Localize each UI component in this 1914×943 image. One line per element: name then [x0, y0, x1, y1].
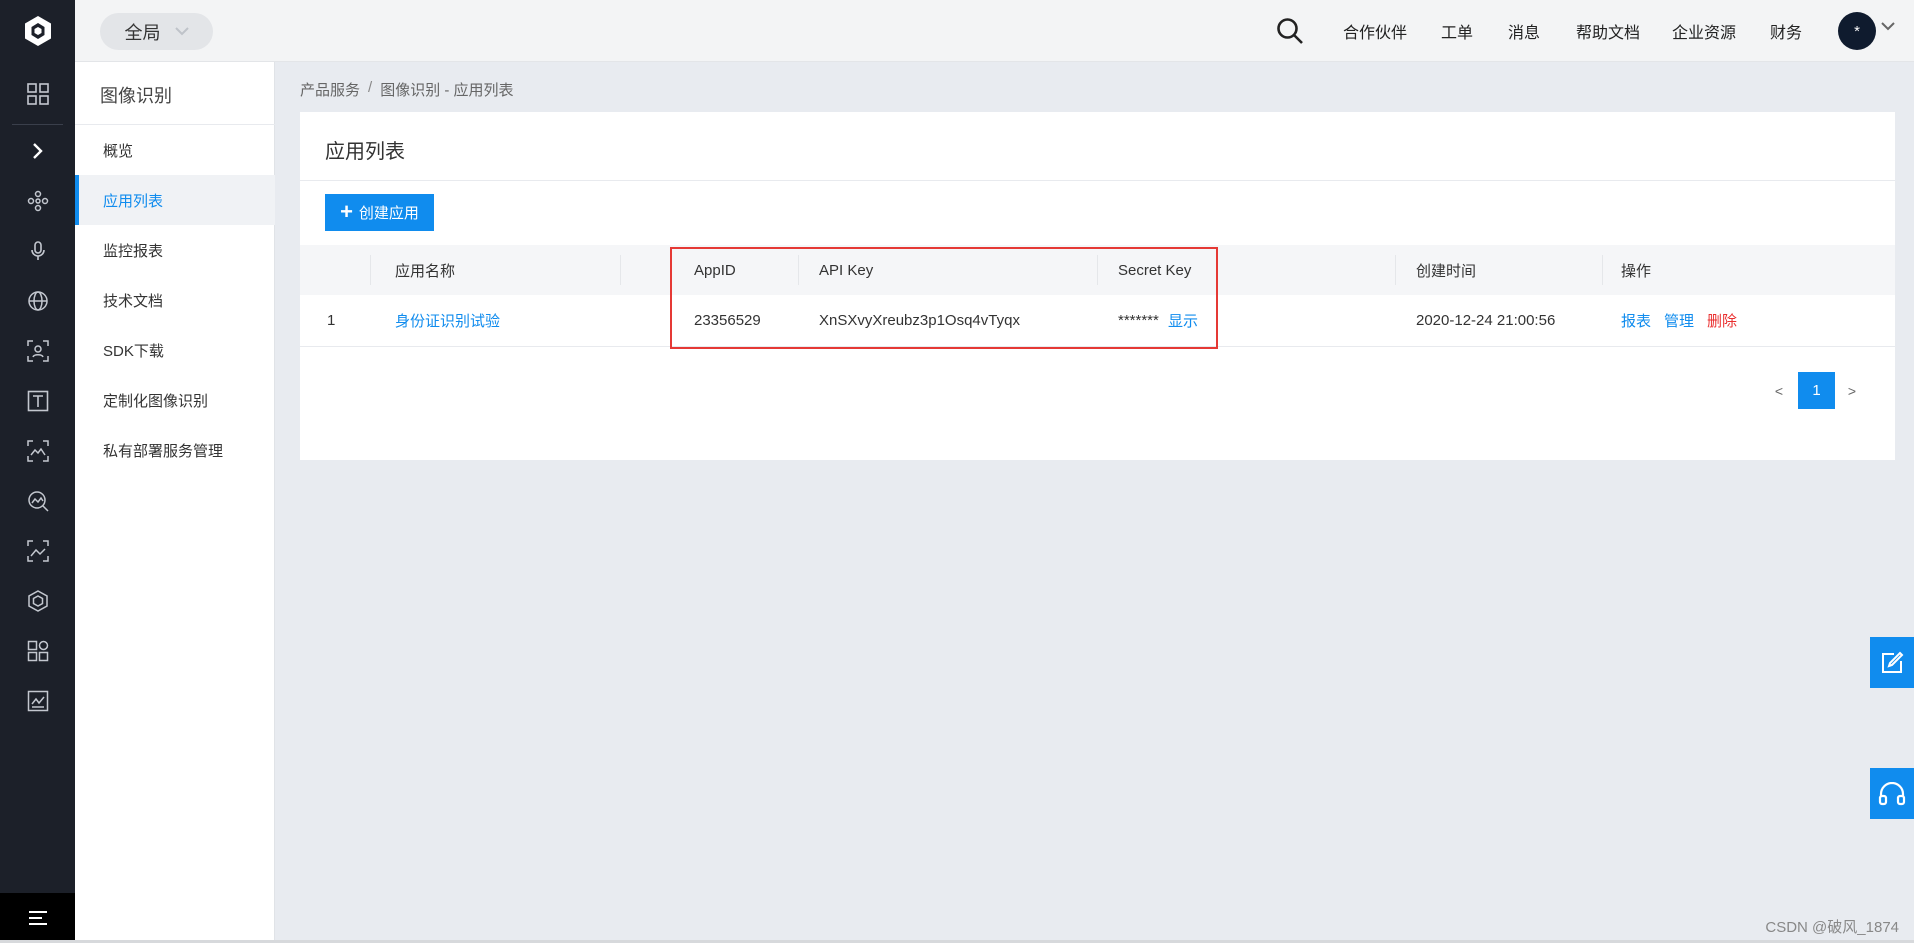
globe-icon[interactable]: [0, 276, 75, 326]
sidebar-item-label: 概览: [103, 142, 134, 160]
column-header-secret-key[interactable]: Secret Key: [1118, 245, 1191, 295]
sidebar-item-app-list[interactable]: 应用列表: [75, 175, 275, 225]
cloud-logo[interactable]: [0, 0, 75, 62]
nav-finance[interactable]: 财务: [1770, 0, 1802, 62]
watermark: CSDN @破风_1874: [1765, 919, 1899, 936]
top-header: 全局 合作伙伴 工单 消息 帮助文档 企业资源 财务 *: [75, 0, 1914, 62]
pagination-next[interactable]: >: [1837, 372, 1867, 409]
microphone-icon[interactable]: [0, 226, 75, 276]
left-rail: [0, 0, 75, 943]
nav-tickets[interactable]: 工单: [1441, 0, 1473, 62]
avatar-label: *: [1854, 22, 1860, 40]
scope-selector[interactable]: 全局: [100, 13, 213, 50]
sidebar-item-label: SDK下载: [103, 342, 164, 360]
create-app-label: 创建应用: [358, 205, 419, 222]
table-row: 1 身份证识别试验 23356529 XnSXvyXreubz3p1Osq4vT…: [300, 295, 1895, 347]
breadcrumb-current: 图像识别 - 应用列表: [380, 82, 514, 99]
sidebar-item-custom-recognition[interactable]: 定制化图像识别: [75, 375, 275, 425]
api-key-value: XnSXvyXreubz3p1Osq4vTyqx: [819, 312, 1020, 329]
apps-blocks-icon[interactable]: [0, 626, 75, 676]
feedback-edit-button[interactable]: [1870, 637, 1914, 688]
delete-link[interactable]: 删除: [1707, 295, 1737, 346]
show-secret-link[interactable]: 显示: [1168, 295, 1198, 346]
network-nodes-icon[interactable]: [0, 176, 75, 226]
sidebar-item-sdk-download[interactable]: SDK下载: [75, 325, 275, 375]
image-scan-icon[interactable]: [0, 426, 75, 476]
sidebar-item-overview[interactable]: 概览: [75, 125, 275, 175]
pagination-page-current[interactable]: 1: [1798, 372, 1835, 409]
nav-messages[interactable]: 消息: [1508, 0, 1540, 62]
plus-icon: +: [340, 198, 353, 224]
sidebar-item-label: 定制化图像识别: [103, 392, 209, 410]
search-icon[interactable]: [1275, 16, 1305, 46]
column-divider: [1395, 255, 1396, 285]
secret-key-mask: *******: [1118, 312, 1159, 329]
text-recognition-icon[interactable]: [0, 376, 75, 426]
pagination-prev[interactable]: <: [1764, 372, 1794, 409]
app-list-card: 应用列表 + 创建应用 应用名称 AppID API Key Secret Ke…: [300, 112, 1895, 460]
breadcrumb-separator: /: [368, 79, 373, 96]
column-header-name[interactable]: 应用名称: [395, 245, 455, 295]
sidebar-item-label: 技术文档: [103, 292, 164, 310]
image-search-icon[interactable]: [0, 476, 75, 526]
sidebar-item-label: 监控报表: [103, 242, 164, 260]
expand-chevron-icon[interactable]: [0, 126, 75, 176]
customer-service-button[interactable]: [1870, 768, 1914, 819]
column-header-api-key[interactable]: API Key: [819, 245, 873, 295]
app-id-value: 23356529: [694, 312, 761, 329]
avatar[interactable]: *: [1838, 12, 1876, 50]
column-header-appid[interactable]: AppID: [694, 245, 736, 295]
create-app-button[interactable]: + 创建应用: [325, 194, 434, 231]
edit-icon: [1882, 651, 1904, 673]
chevron-down-icon: [174, 27, 189, 36]
sidebar-item-monitoring[interactable]: 监控报表: [75, 225, 275, 275]
manage-link[interactable]: 管理: [1664, 295, 1694, 346]
image-analysis-icon[interactable]: [0, 526, 75, 576]
menu-toggle-icon[interactable]: [0, 893, 75, 943]
nav-partners[interactable]: 合作伙伴: [1343, 0, 1407, 62]
column-divider: [1097, 255, 1098, 285]
face-scan-icon[interactable]: [0, 326, 75, 376]
app-name-link[interactable]: 身份证识别试验: [395, 295, 500, 346]
breadcrumb: 产品服务 / 图像识别 - 应用列表: [300, 79, 514, 100]
headset-icon: [1878, 781, 1906, 805]
sidebar-item-tech-docs[interactable]: 技术文档: [75, 275, 275, 325]
column-header-actions[interactable]: 操作: [1621, 245, 1651, 295]
avatar-chevron-down-icon[interactable]: [1881, 22, 1895, 31]
nav-help-docs[interactable]: 帮助文档: [1576, 0, 1640, 62]
sidebar-title: 图像识别: [100, 86, 172, 106]
scope-label: 全局: [124, 22, 161, 43]
row-index: 1: [327, 312, 336, 329]
dashboard-grid-icon[interactable]: [0, 69, 75, 119]
nav-enterprise[interactable]: 企业资源: [1672, 0, 1736, 62]
card-divider: [300, 180, 1895, 181]
column-divider: [1602, 255, 1603, 285]
sidebar-item-label: 应用列表: [103, 192, 164, 210]
sidebar-item-private-deployment[interactable]: 私有部署服务管理: [75, 425, 275, 475]
product-sidebar: 图像识别 概览 应用列表 监控报表 技术文档 SDK下载 定制化图像识别 私有部…: [75, 62, 275, 943]
page-title: 应用列表: [325, 141, 405, 163]
column-header-created[interactable]: 创建时间: [1416, 245, 1476, 295]
table-header: 应用名称 AppID API Key Secret Key 创建时间 操作: [300, 245, 1895, 295]
breadcrumb-root[interactable]: 产品服务: [300, 79, 360, 100]
created-time-value: 2020-12-24 21:00:56: [1416, 312, 1556, 329]
cube-icon[interactable]: [0, 576, 75, 626]
column-divider: [798, 255, 799, 285]
column-divider: [370, 255, 371, 285]
report-link[interactable]: 报表: [1621, 295, 1651, 346]
rail-divider: [12, 124, 63, 125]
sidebar-item-label: 私有部署服务管理: [103, 442, 224, 460]
column-divider: [620, 255, 621, 285]
chart-monitor-icon[interactable]: [0, 676, 75, 726]
